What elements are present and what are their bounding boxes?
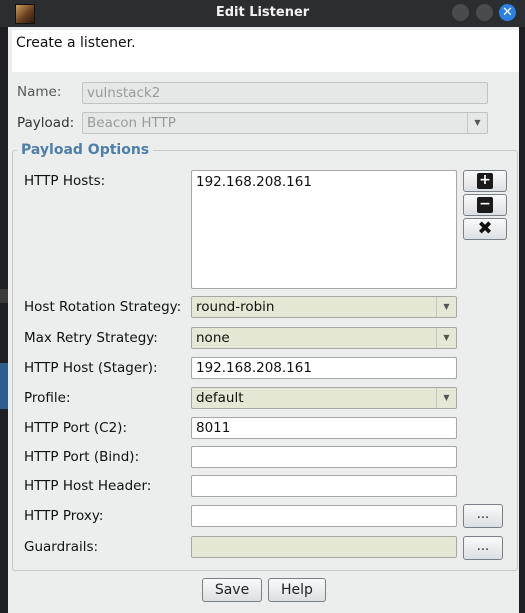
add-host-button[interactable]: + [463,170,507,192]
host-rotation-select[interactable]: round-robin ▼ [191,296,457,318]
guardrails-label: Guardrails: [24,539,99,555]
stager-host-label: HTTP Host (Stager): [24,360,158,376]
proxy-input[interactable] [191,505,457,527]
chevron-down-icon: ▼ [436,297,456,317]
port-c2-label: HTTP Port (C2): [24,420,127,436]
guardrails-browse-button[interactable]: ... [463,536,503,560]
plus-icon: + [477,173,493,189]
background-window-edge [0,27,8,613]
name-input[interactable]: vulnstack2 [82,82,488,104]
close-button[interactable]: ✕ [499,4,516,21]
max-retry-select[interactable]: none ▼ [191,327,457,349]
chevron-down-icon: ▼ [436,388,456,408]
host-header-input[interactable] [191,475,457,497]
profile-value: default [196,390,244,406]
profile-label: Profile: [24,390,71,406]
proxy-label: HTTP Proxy: [24,508,104,524]
list-item[interactable]: 192.168.208.161 [196,174,312,190]
http-hosts-list[interactable]: 192.168.208.161 [191,170,457,289]
port-bind-label: HTTP Port (Bind): [24,449,140,465]
help-button[interactable]: Help [268,578,326,602]
payload-value: Beacon HTTP [87,115,176,131]
http-hosts-label: HTTP Hosts: [24,173,106,189]
window-title: Edit Listener [215,5,310,20]
proxy-browse-button[interactable]: ... [463,504,503,528]
save-button[interactable]: Save [202,578,262,602]
host-header-label: HTTP Host Header: [24,478,152,494]
guardrails-input[interactable] [191,536,457,558]
minimize-button[interactable] [452,4,469,21]
maximize-button[interactable] [476,4,493,21]
x-icon: ✖ [477,218,493,239]
minus-icon: − [477,197,493,213]
stager-host-input[interactable]: 192.168.208.161 [191,357,457,379]
clear-hosts-button[interactable]: ✖ [463,218,507,240]
payload-label: Payload: [17,115,75,131]
payload-options-title: Payload Options [17,142,154,158]
profile-select[interactable]: default ▼ [191,387,457,409]
max-retry-value: none [196,330,230,346]
name-label: Name: [17,84,62,100]
chevron-down-icon: ▼ [436,328,456,348]
title-bar: Edit Listener ✕ [0,0,525,27]
remove-host-button[interactable]: − [463,194,507,216]
close-icon: ✕ [502,5,513,20]
max-retry-label: Max Retry Strategy: [24,330,158,346]
host-rotation-value: round-robin [196,299,275,315]
payload-select[interactable]: Beacon HTTP ▼ [82,112,488,134]
host-rotation-label: Host Rotation Strategy: [24,299,182,315]
description-text: Create a listener. [16,35,136,51]
port-bind-input[interactable] [191,446,457,468]
port-c2-input[interactable]: 8011 [191,417,457,439]
chevron-down-icon: ▼ [467,113,487,133]
